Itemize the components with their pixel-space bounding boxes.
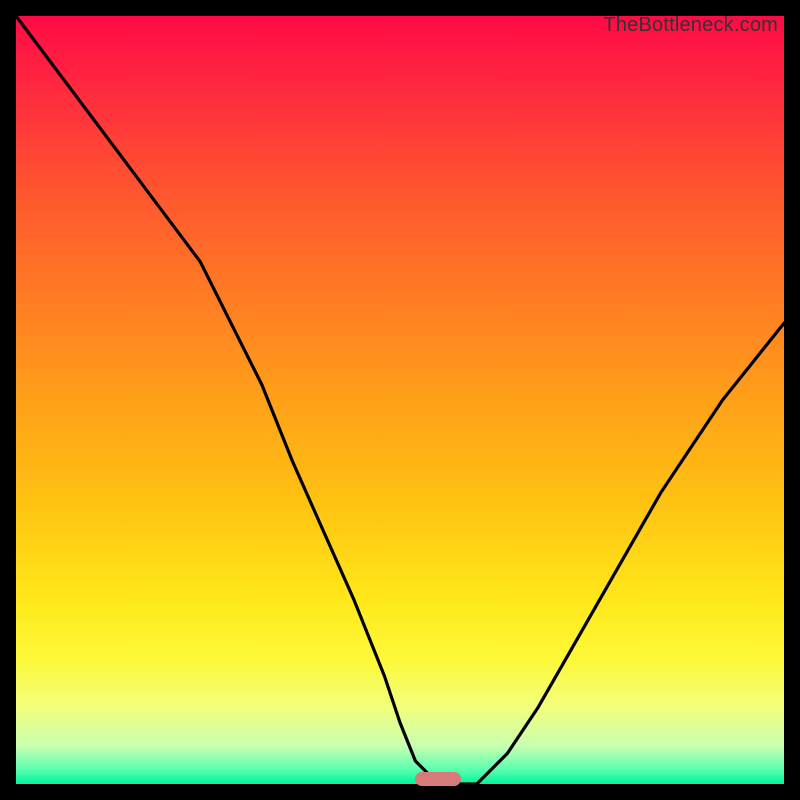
optimal-zone-marker [415, 772, 461, 786]
bottleneck-curve [16, 16, 784, 784]
chart-frame: TheBottleneck.com [0, 0, 800, 800]
watermark-text: TheBottleneck.com [603, 14, 778, 37]
